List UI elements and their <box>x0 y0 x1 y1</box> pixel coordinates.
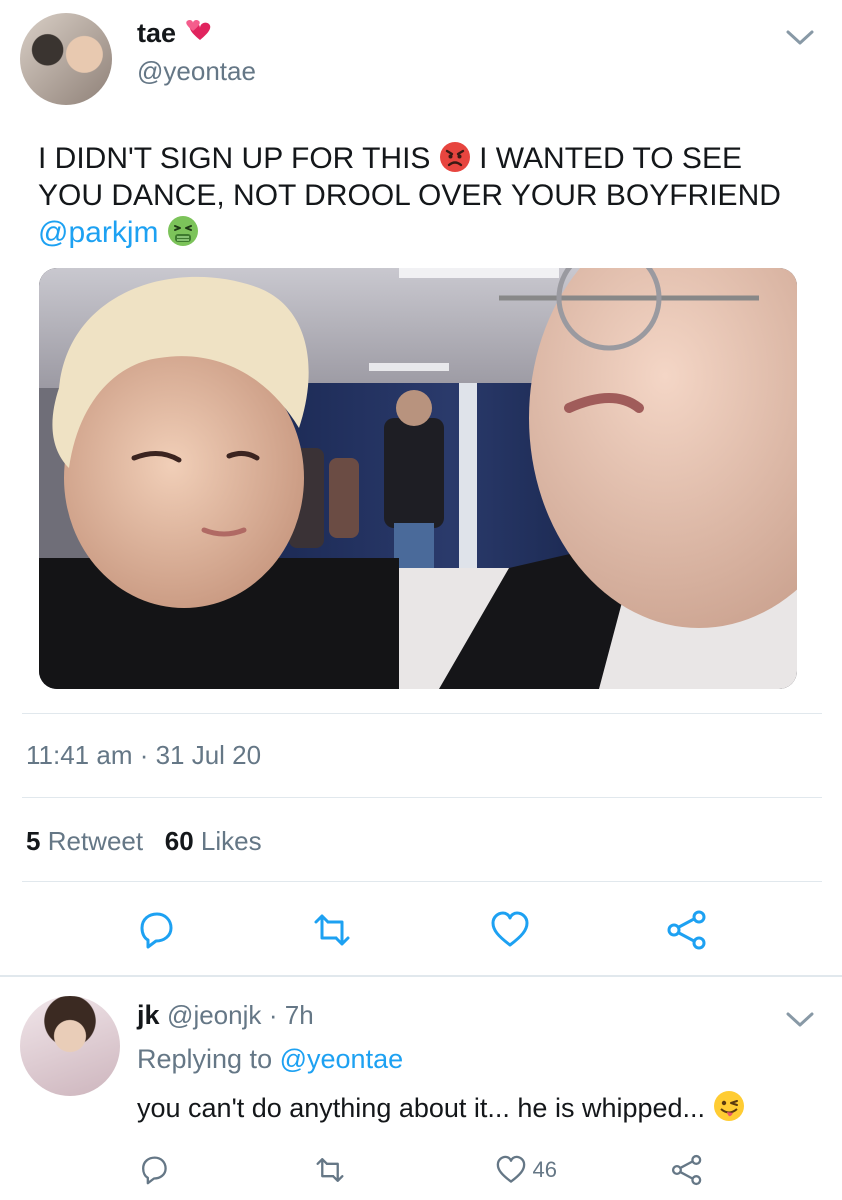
tweet-text-part-3: YOU DANCE, NOT DROOL OVER YOUR BOYFRIEND <box>38 179 781 212</box>
reply-like-button[interactable]: 46 <box>494 1153 557 1187</box>
author-avatar[interactable] <box>20 13 112 105</box>
retweet-label: Retweet <box>47 826 144 856</box>
reply-author-handle[interactable]: @jeonjk <box>167 1000 261 1030</box>
retweet-icon[interactable] <box>310 908 354 952</box>
share-icon[interactable] <box>665 908 709 952</box>
reply-like-count: 46 <box>532 1157 557 1182</box>
nauseated-face-icon <box>167 216 198 246</box>
author-name-row[interactable]: tae <box>137 18 214 49</box>
divider <box>22 797 822 798</box>
tweet-photo[interactable] <box>39 268 797 689</box>
likes-label: Likes <box>200 826 262 856</box>
heart-icon[interactable] <box>488 908 532 952</box>
tweet-timestamp[interactable]: 11:41 am · 31 Jul 20 <box>26 740 261 771</box>
section-divider <box>0 975 842 977</box>
share-icon[interactable] <box>670 1153 704 1187</box>
reply-author-row: jk @jeonjk · 7h <box>137 1000 314 1031</box>
tweet-stats: 5 Retweet 60 Likes <box>26 826 262 857</box>
replying-to-link[interactable]: @yeontae <box>280 1044 404 1074</box>
tweet-text: I DIDN'T SIGN UP FOR THIS I WANTED TO SE… <box>38 140 798 251</box>
reply-text: you can't do anything about it... he is … <box>137 1090 745 1124</box>
heart-icon <box>496 1155 526 1183</box>
winking-tongue-face-icon <box>713 1091 744 1121</box>
reply-time: · 7h <box>268 1000 314 1030</box>
retweet-icon[interactable] <box>313 1153 347 1187</box>
reply-icon[interactable] <box>134 908 178 952</box>
reply-text-content: you can't do anything about it... he is … <box>137 1093 706 1123</box>
retweet-count: 5 <box>26 826 41 856</box>
angry-face-icon <box>439 142 470 172</box>
chevron-down-icon[interactable] <box>784 1010 816 1030</box>
tweet-text-part-2: I WANTED TO SEE <box>479 142 742 175</box>
author-name[interactable]: tae <box>137 18 176 48</box>
chevron-down-icon[interactable] <box>784 28 816 48</box>
two-hearts-icon <box>185 19 210 40</box>
mention-link[interactable]: @parkjm <box>38 216 158 249</box>
replying-label: Replying to <box>137 1044 273 1074</box>
likes-stat[interactable]: 60 Likes <box>165 826 262 856</box>
divider <box>22 713 822 714</box>
reply-author-avatar[interactable] <box>20 996 120 1096</box>
retweet-stat[interactable]: 5 Retweet <box>26 826 143 856</box>
photo-scene <box>39 268 797 689</box>
like-count: 60 <box>164 826 194 856</box>
author-handle[interactable]: @yeontae <box>137 56 256 87</box>
reply-icon[interactable] <box>137 1153 171 1187</box>
replying-to: Replying to @yeontae <box>137 1044 403 1075</box>
divider <box>22 881 822 882</box>
reply-author-name[interactable]: jk <box>137 1000 160 1030</box>
tweet-text-part-1: I DIDN'T SIGN UP FOR THIS <box>38 142 431 175</box>
